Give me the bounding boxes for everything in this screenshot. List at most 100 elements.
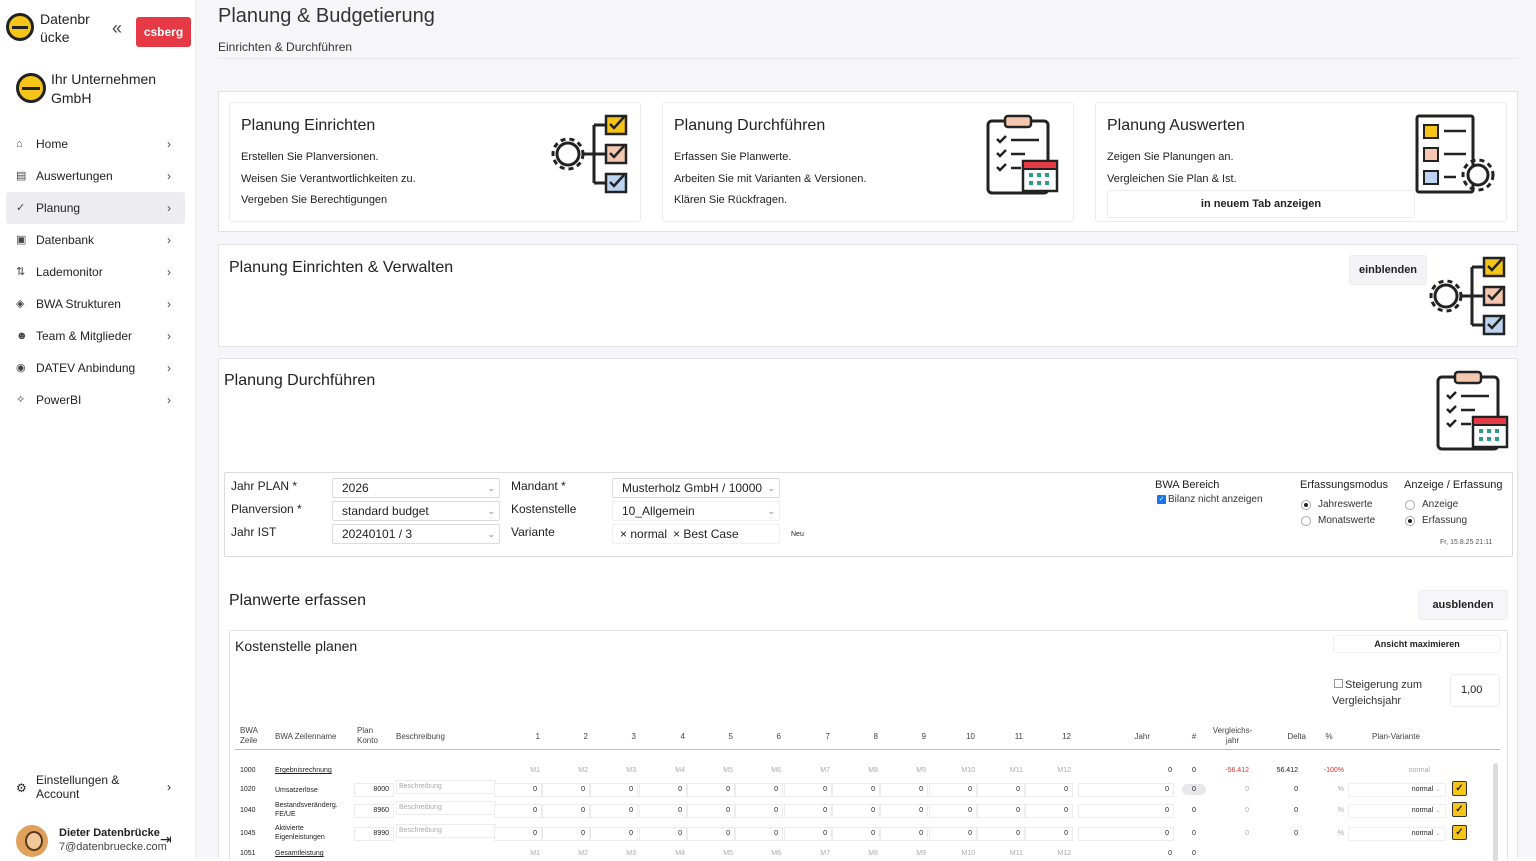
month-input[interactable]: 0 — [1025, 804, 1073, 818]
radio-jahreswerte[interactable] — [1301, 500, 1311, 510]
sidebar-item-auswertungen[interactable]: ▤ Auswertungen › — [6, 160, 185, 192]
month-input[interactable]: 0 — [687, 783, 735, 797]
table-scrollbar[interactable] — [1493, 763, 1498, 861]
card-planung-einrichten[interactable]: Planung Einrichten Erstellen Sie Planver… — [229, 102, 641, 222]
month-input[interactable]: 0 — [735, 827, 783, 841]
planversion-select[interactable]: standard budget ⌄ — [332, 501, 500, 521]
collapse-sidebar-icon[interactable]: « — [112, 18, 122, 39]
open-new-tab-button[interactable]: in neuem Tab anzeigen — [1107, 190, 1415, 218]
month-input[interactable]: 0 — [590, 804, 638, 818]
beschreibung-input[interactable]: Beschreibung — [396, 801, 496, 815]
sidebar-item-label: PowerBI — [36, 393, 82, 407]
sidebar-item-lademonitor[interactable]: ⇅ Lademonitor › — [6, 256, 185, 288]
brand[interactable]: Datenbr ücke « csberg — [6, 8, 191, 48]
month-input[interactable]: 0 — [639, 804, 687, 818]
month-input[interactable]: 0 — [929, 827, 977, 841]
month-input[interactable]: 0 — [735, 804, 783, 818]
month-input[interactable]: 0 — [1025, 783, 1073, 797]
plan-konto-input[interactable]: 8000 — [354, 783, 394, 797]
plan-konto-input[interactable]: 8960 — [354, 804, 394, 818]
sidebar-item-label: Team & Mitglieder — [36, 329, 133, 343]
month-input[interactable]: 0 — [880, 783, 928, 797]
planversion-value: standard budget — [342, 504, 429, 518]
steigerung-factor-input[interactable]: 1,00 — [1450, 674, 1500, 707]
sidebar-item-powerbi[interactable]: ✧ PowerBI › — [6, 384, 185, 416]
month-input[interactable]: 0 — [735, 783, 783, 797]
month-input[interactable]: 0 — [542, 827, 590, 841]
month-input[interactable]: 0 — [784, 804, 832, 818]
mandant-select[interactable]: Musterholz GmbH / 10000 ⌄ — [612, 478, 780, 498]
month-input[interactable]: 0 — [542, 783, 590, 797]
month-input[interactable]: 0 — [494, 783, 542, 797]
confirm-row-checkbox[interactable]: ✓ — [1452, 781, 1467, 796]
month-input[interactable]: 0 — [542, 804, 590, 818]
plan-konto-input[interactable]: 8990 — [354, 827, 394, 841]
bilanz-checkbox[interactable]: ✓ — [1157, 495, 1166, 504]
radio-erfassung[interactable] — [1405, 516, 1415, 526]
sidebar-item-datev[interactable]: ◉ DATEV Anbindung › — [6, 352, 185, 384]
new-variant-button[interactable]: Neu — [791, 531, 804, 538]
tenant-badge[interactable]: csberg — [136, 17, 191, 47]
variante-multiselect[interactable]: × normal × Best Case — [612, 524, 780, 544]
hide-planwerte-button[interactable]: ausblenden — [1418, 590, 1508, 620]
logout-icon[interactable]: ⇥ — [160, 831, 172, 848]
radio-monatswerte[interactable] — [1301, 516, 1311, 526]
jahr-ist-select[interactable]: 20240101 / 3 ⌄ — [332, 524, 500, 544]
sidebar-item-bwa-strukturen[interactable]: ◈ BWA Strukturen › — [6, 288, 185, 320]
user-profile[interactable]: Dieter Datenbrücke 7@datenbruecke.com ⇥ — [16, 825, 186, 857]
month-input[interactable]: 0 — [639, 783, 687, 797]
month-input[interactable]: 0 — [494, 804, 542, 818]
month-input[interactable]: 0 — [590, 783, 638, 797]
month-input[interactable]: 0 — [832, 827, 880, 841]
variant-tag[interactable]: × Best Case — [673, 525, 739, 543]
month-input[interactable]: 0 — [929, 783, 977, 797]
month-input[interactable]: 0 — [880, 804, 928, 818]
month-input[interactable]: 0 — [784, 783, 832, 797]
card-text: Klären Sie Rückfragen. — [674, 194, 788, 206]
beschreibung-input[interactable]: Beschreibung — [396, 780, 496, 794]
row-name-link[interactable]: Gesamtleistung — [275, 850, 324, 857]
user-name: Dieter Datenbrücke — [59, 827, 160, 839]
col-zeilenname: BWA Zeilenname — [275, 732, 337, 741]
plan-variante-select[interactable]: normal ⌄ — [1348, 783, 1446, 797]
month-input[interactable]: 0 — [784, 827, 832, 841]
kostenstelle-select[interactable]: 10_Allgemein ⌄ — [612, 501, 780, 521]
month-input[interactable]: 0 — [494, 827, 542, 841]
radio-anzeige[interactable] — [1405, 500, 1415, 510]
month-input[interactable]: 0 — [639, 827, 687, 841]
jahr-input[interactable]: 0 — [1078, 827, 1174, 841]
month-input[interactable]: 0 — [977, 827, 1025, 841]
month-input[interactable]: 0 — [590, 827, 638, 841]
month-input[interactable]: 0 — [977, 783, 1025, 797]
month-input[interactable]: 0 — [687, 804, 735, 818]
sidebar-item-planung[interactable]: ✓ Planung › — [6, 192, 185, 224]
plan-variante-select[interactable]: normal ⌄ — [1348, 827, 1446, 841]
plan-variante-select[interactable]: normal ⌄ — [1348, 804, 1446, 818]
variant-tag[interactable]: × normal — [620, 525, 667, 543]
chevron-down-icon: ⌄ — [487, 483, 495, 493]
beschreibung-input[interactable]: Beschreibung — [396, 824, 496, 838]
sidebar-item-team[interactable]: ☻ Team & Mitglieder › — [6, 320, 185, 352]
card-planung-durchfuehren[interactable]: Planung Durchführen Erfassen Sie Planwer… — [662, 102, 1074, 222]
show-setup-button[interactable]: einblenden — [1349, 255, 1427, 285]
confirm-row-checkbox[interactable]: ✓ — [1452, 825, 1467, 840]
confirm-row-checkbox[interactable]: ✓ — [1452, 802, 1467, 817]
jahr-plan-select[interactable]: 2026 ⌄ — [332, 478, 500, 498]
card-planung-auswerten[interactable]: Planung Auswerten Zeigen Sie Planungen a… — [1095, 102, 1507, 222]
jahr-input[interactable]: 0 — [1078, 804, 1174, 818]
row-name-link[interactable]: Ergebnisrechnung — [275, 767, 332, 774]
sidebar-item-settings[interactable]: ⚙ Einstellungen & Account › — [6, 772, 185, 804]
month-input[interactable]: 0 — [977, 804, 1025, 818]
card-text: Vergleichen Sie Plan & Ist. — [1107, 173, 1237, 185]
month-input[interactable]: 0 — [832, 804, 880, 818]
jahr-input[interactable]: 0 — [1078, 783, 1174, 797]
sidebar-item-datenbank[interactable]: ▣ Datenbank › — [6, 224, 185, 256]
month-input[interactable]: 0 — [880, 827, 928, 841]
month-input[interactable]: 0 — [1025, 827, 1073, 841]
sidebar-item-home[interactable]: ⌂ Home › — [6, 128, 185, 160]
maximize-view-button[interactable]: Ansicht maximieren — [1333, 635, 1501, 653]
month-input[interactable]: 0 — [687, 827, 735, 841]
company[interactable]: Ihr Unternehmen GmbH — [16, 70, 186, 110]
month-input[interactable]: 0 — [832, 783, 880, 797]
month-input[interactable]: 0 — [929, 804, 977, 818]
